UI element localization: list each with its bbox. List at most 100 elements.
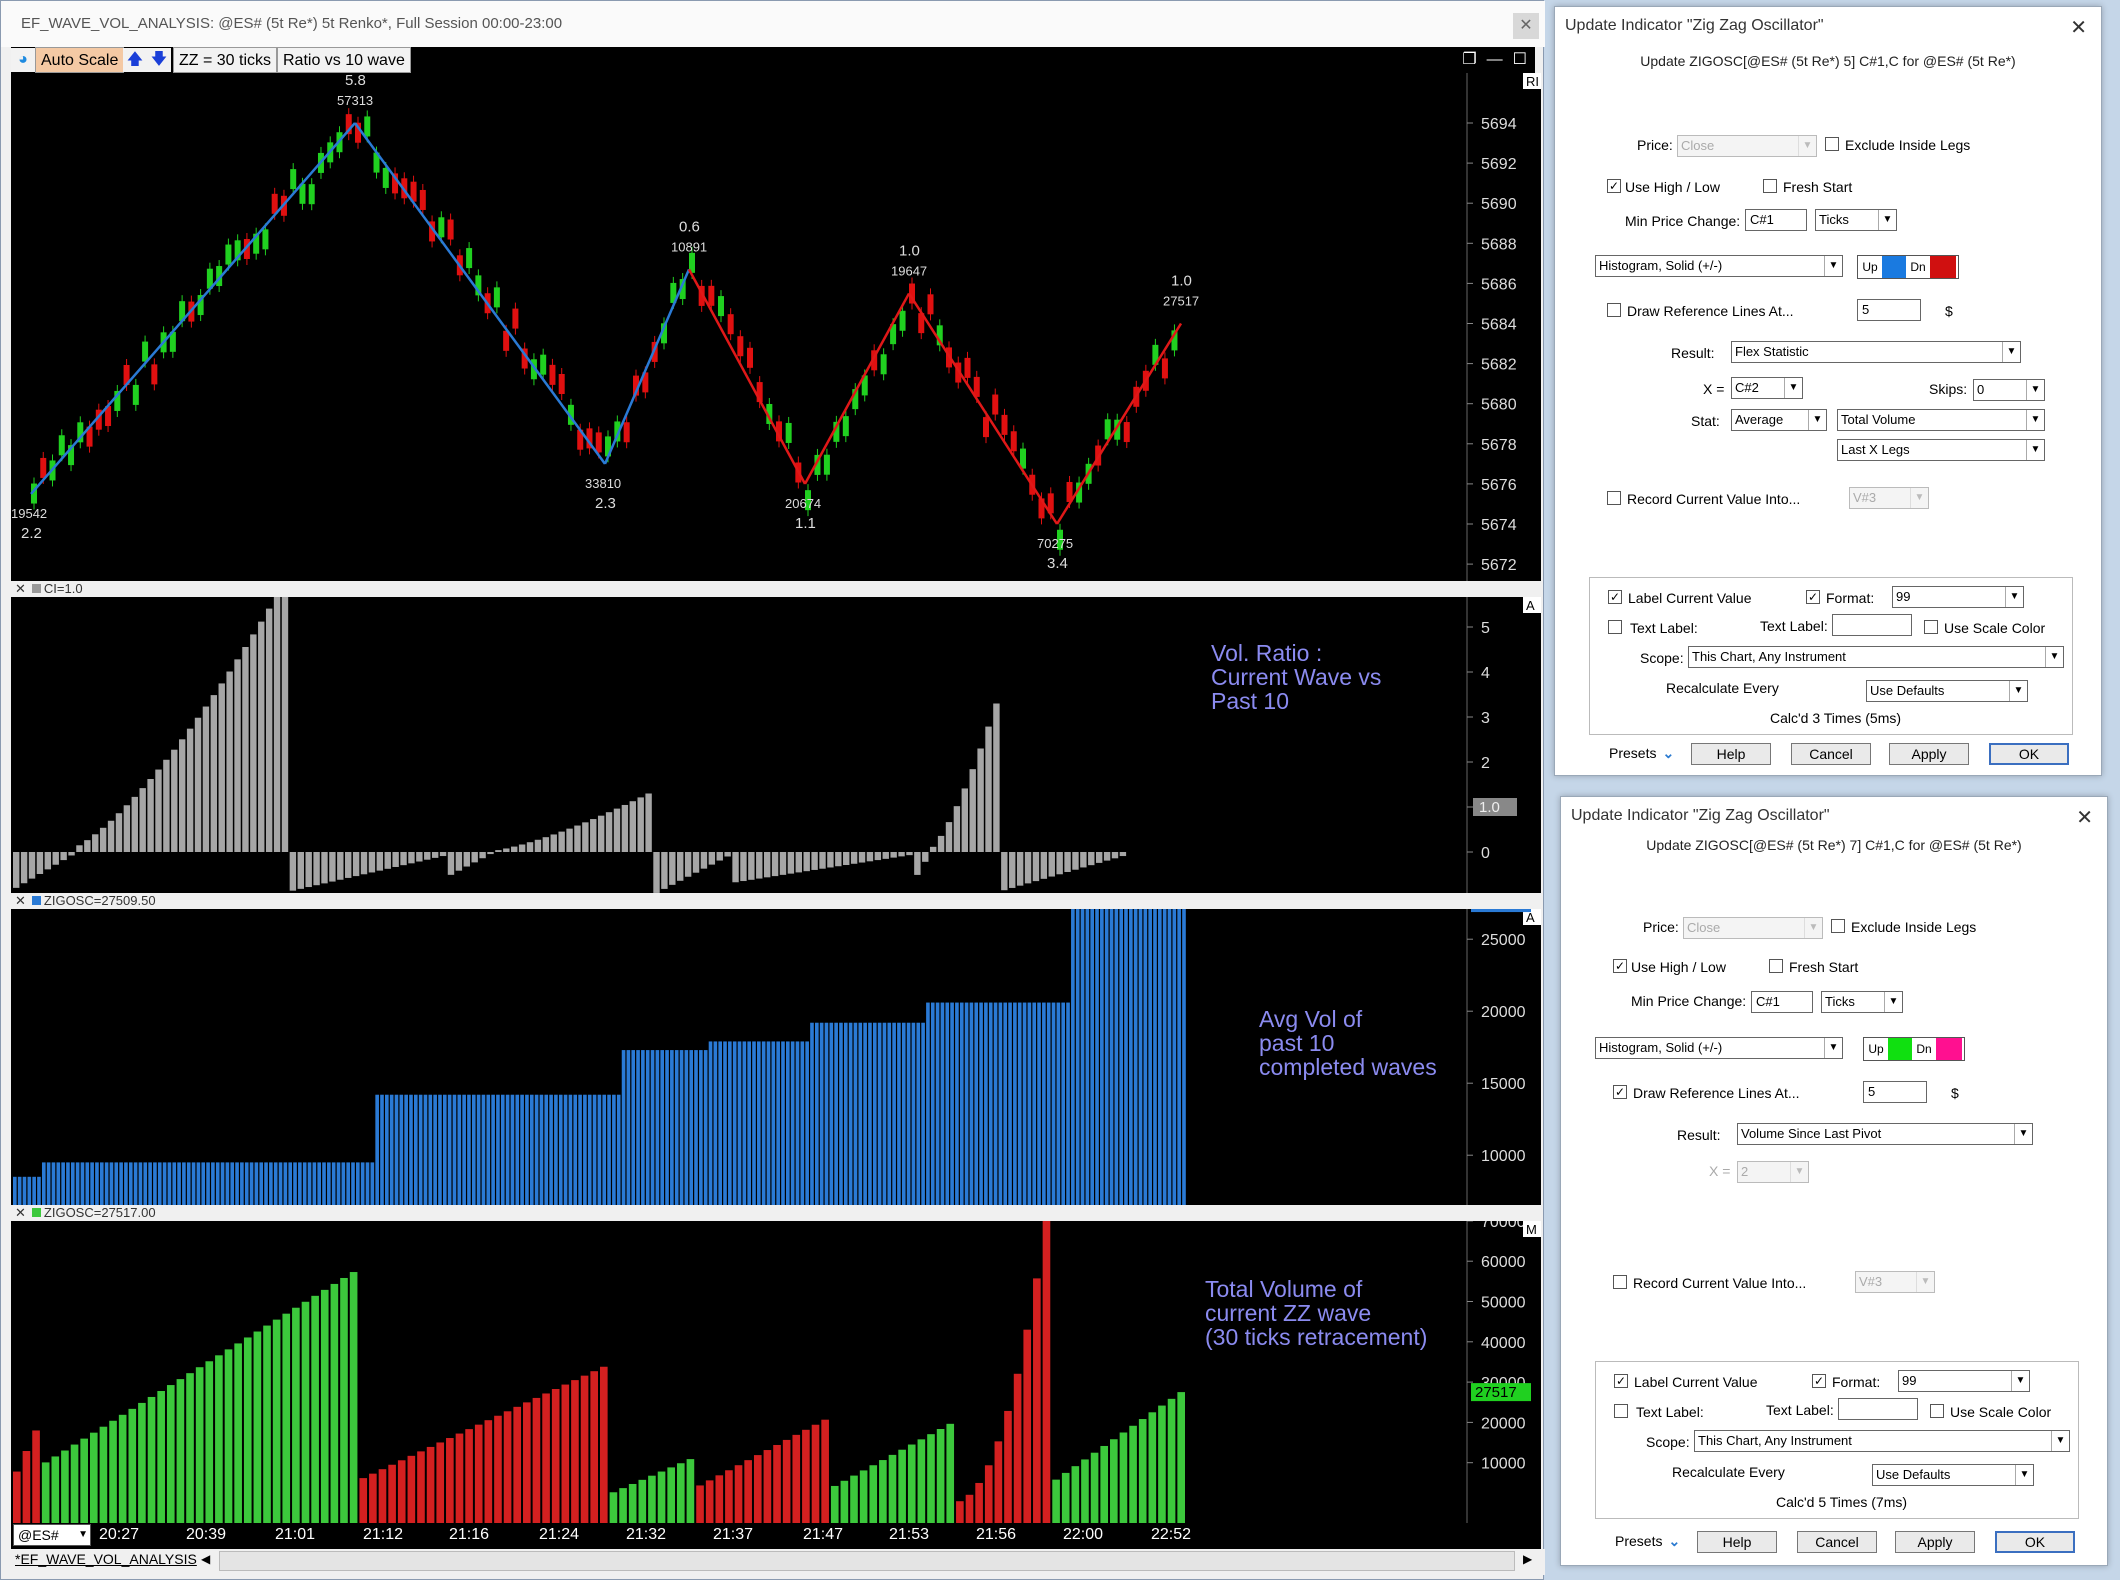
use-scale-color-checkbox[interactable]	[1930, 1404, 1944, 1418]
close-panel-icon[interactable]: ✕	[15, 1205, 26, 1220]
cancel-button[interactable]: Cancel	[1791, 743, 1871, 765]
vol-ratio-chart[interactable]: 6543210A1.0Vol. Ratio :Current Wave vsPa…	[11, 597, 1541, 893]
refresh-icon[interactable]: ◕	[11, 48, 35, 72]
style-select[interactable]: Histogram, Solid (+/-) ▼	[1595, 1037, 1843, 1059]
y-tick-label: 5	[1481, 620, 1490, 637]
dn-color-swatch[interactable]	[1936, 1038, 1962, 1060]
ratio-bar	[163, 759, 170, 852]
text-label-input[interactable]	[1838, 1398, 1918, 1420]
draw-ref-checkbox[interactable]	[1607, 303, 1621, 317]
scroll-left-icon[interactable]: ◀	[201, 1552, 210, 1566]
up-color-swatch[interactable]	[1882, 256, 1906, 278]
minimize-icon[interactable]: —	[1487, 51, 1503, 68]
use-high-low-checkbox[interactable]: ✓	[1613, 959, 1627, 973]
avg-vol-chart[interactable]: 25000 20000 15000 10000 A 27509 Avg Vol ofpast…	[11, 909, 1541, 1205]
price-chart[interactable]: 5694 5692 5690 5688 5686 5684 5682 5680 5678 5676…	[11, 73, 1541, 581]
price-select[interactable]: Close ▼	[1683, 917, 1823, 939]
scope-select[interactable]: This Chart, Any Instrument ▼	[1688, 646, 2064, 668]
total-vol-panel[interactable]: ✕ZIGOSC=27517.00 70000600005000040000300…	[11, 1205, 1541, 1523]
total-vol-bar	[946, 1423, 955, 1523]
ratio-bar	[503, 848, 510, 852]
exclude-inside-checkbox[interactable]	[1825, 137, 1839, 151]
annotation-text: Current Wave vs	[1211, 664, 1381, 690]
horizontal-scrollbar[interactable]	[219, 1551, 1515, 1571]
chart-close-button[interactable]: ✕	[1513, 13, 1539, 39]
stat-field-select[interactable]: Total Volume ▼	[1837, 409, 2045, 431]
scroll-right-icon[interactable]: ▶	[1523, 1552, 1532, 1566]
stat-select[interactable]: Average ▼	[1731, 409, 1827, 431]
ratio-button[interactable]: Ratio vs 10 wave	[277, 47, 411, 73]
total-vol-bar	[744, 1460, 752, 1523]
text-label-checkbox[interactable]	[1614, 1404, 1628, 1418]
use-high-low-checkbox[interactable]: ✓	[1607, 179, 1621, 193]
label-current-checkbox[interactable]: ✓	[1614, 1374, 1628, 1388]
exclude-inside-checkbox[interactable]	[1831, 919, 1845, 933]
scope-select[interactable]: This Chart, Any Instrument ▼	[1694, 1430, 2070, 1452]
format-select[interactable]: 99 ▼	[1892, 586, 2024, 608]
x-select[interactable]: C#2 ▼	[1731, 377, 1803, 399]
dn-color-swatch[interactable]	[1930, 256, 1956, 278]
recalc-select[interactable]: Use Defaults ▼	[1872, 1464, 2034, 1486]
format-select[interactable]: 99 ▼	[1898, 1370, 2030, 1392]
ref-value-input[interactable]: 5	[1863, 1081, 1927, 1103]
record-into-checkbox[interactable]	[1613, 1275, 1627, 1289]
auto-scale-button[interactable]: Auto Scale	[35, 47, 125, 73]
x-select[interactable]: 2 ▼	[1737, 1161, 1809, 1183]
record-into-checkbox[interactable]	[1607, 491, 1621, 505]
pivot-volume-label: 27517	[1163, 294, 1199, 309]
ref-value-input[interactable]: 5	[1857, 299, 1921, 321]
total-vol-bar	[330, 1283, 339, 1523]
presets-menu[interactable]: Presets ⌄	[1609, 745, 1674, 762]
use-scale-color-checkbox[interactable]	[1924, 620, 1938, 634]
y-tick-label: 5680	[1481, 397, 1517, 414]
help-button[interactable]: Help	[1697, 1531, 1777, 1553]
fresh-start-checkbox[interactable]	[1763, 179, 1777, 193]
price-panel[interactable]: 5694 5692 5690 5688 5686 5684 5682 5680 5678 5676…	[11, 73, 1541, 581]
symbol-selector[interactable]: @ES# ▼	[13, 1524, 91, 1546]
cancel-button[interactable]: Cancel	[1797, 1531, 1877, 1553]
vol-ratio-panel[interactable]: ✕CI=1.0 6543210A1.0Vol. Ratio :Current W…	[11, 581, 1541, 893]
zz-ticks-button[interactable]: ZZ = 30 ticks	[173, 47, 278, 73]
style-select[interactable]: Histogram, Solid (+/-) ▼	[1595, 255, 1843, 277]
arrow-up-icon[interactable]: 🡅	[123, 48, 147, 72]
min-price-input[interactable]: C#1	[1751, 991, 1813, 1013]
format-checkbox[interactable]: ✓	[1812, 1374, 1826, 1388]
result-select[interactable]: Volume Since Last Pivot ▼	[1737, 1123, 2033, 1145]
close-panel-icon[interactable]: ✕	[15, 893, 26, 908]
apply-button[interactable]: Apply	[1889, 743, 1969, 765]
min-unit-select[interactable]: Ticks ▼	[1815, 209, 1897, 231]
color-swatches[interactable]: Up Dn	[1857, 255, 1959, 279]
dn-label: Dn	[1910, 260, 1926, 274]
close-panel-icon[interactable]: ✕	[15, 581, 26, 596]
stat-scope-select[interactable]: Last X Legs ▼	[1837, 439, 2045, 461]
record-select[interactable]: V#3 ▼	[1849, 487, 1929, 509]
apply-button[interactable]: Apply	[1895, 1531, 1975, 1553]
up-color-swatch[interactable]	[1888, 1038, 1912, 1060]
recalc-select[interactable]: Use Defaults ▼	[1866, 680, 2028, 702]
restore-icon[interactable]: ❐	[1462, 51, 1476, 68]
price-select[interactable]: Close ▼	[1677, 135, 1817, 157]
min-unit-select[interactable]: Ticks ▼	[1821, 991, 1903, 1013]
arrow-down-icon[interactable]: 🡇	[147, 48, 171, 72]
sheet-tab[interactable]: *EF_WAVE_VOL_ANALYSIS	[15, 1551, 197, 1567]
maximize-icon[interactable]: ☐	[1513, 51, 1527, 68]
help-button[interactable]: Help	[1691, 743, 1771, 765]
avg-vol-panel[interactable]: ✕ ZIGOSC=27509.50 25000 20000 15000 10000 A 27…	[11, 893, 1541, 1205]
result-select[interactable]: Flex Statistic ▼	[1731, 341, 2021, 363]
text-label-input[interactable]	[1832, 614, 1912, 636]
close-icon[interactable]: ✕	[2070, 15, 2087, 40]
draw-ref-checkbox[interactable]: ✓	[1613, 1085, 1627, 1099]
skips-select[interactable]: 0 ▼	[1973, 379, 2045, 401]
presets-menu[interactable]: Presets ⌄	[1615, 1533, 1680, 1550]
ok-button[interactable]: OK	[1995, 1531, 2075, 1553]
record-select[interactable]: V#3 ▼	[1855, 1271, 1935, 1293]
close-icon[interactable]: ✕	[2076, 805, 2093, 830]
format-checkbox[interactable]: ✓	[1806, 590, 1820, 604]
total-vol-chart[interactable]: 70000600005000040000300002000010000M2751…	[11, 1221, 1541, 1523]
ok-button[interactable]: OK	[1989, 743, 2069, 765]
color-swatches[interactable]: Up Dn	[1863, 1037, 1965, 1061]
label-current-checkbox[interactable]: ✓	[1608, 590, 1622, 604]
fresh-start-checkbox[interactable]	[1769, 959, 1783, 973]
text-label-checkbox[interactable]	[1608, 620, 1622, 634]
min-price-input[interactable]: C#1	[1745, 209, 1807, 231]
